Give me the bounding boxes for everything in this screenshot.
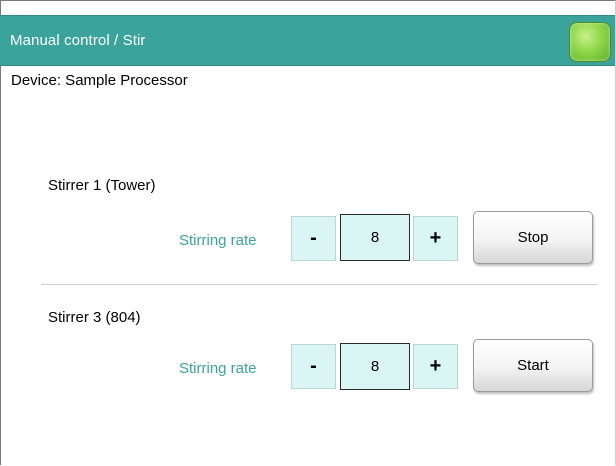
stirrer-3-title: Stirrer 3 (804) xyxy=(48,309,141,326)
stirrer-1-increment-button[interactable]: + xyxy=(413,216,458,261)
stirrer-3-increment-button[interactable]: + xyxy=(413,344,458,389)
stirrer-3-rate-label: Stirring rate xyxy=(179,360,257,377)
stirrer-1-decrement-button[interactable]: - xyxy=(291,216,336,261)
stirrer-1-rate-label: Stirring rate xyxy=(179,232,257,249)
window-title: Manual control / Stir xyxy=(10,32,146,49)
title-bar: Manual control / Stir xyxy=(0,15,615,66)
device-label: Device: Sample Processor xyxy=(11,72,188,89)
stirrer-3-start-button[interactable]: Start xyxy=(473,339,593,392)
stirrer-1-title: Stirrer 1 (Tower) xyxy=(48,177,156,194)
stirrer-divider xyxy=(41,284,597,285)
stirrer-1-rate-field[interactable]: 8 xyxy=(340,214,410,261)
stirrer-1-stop-button[interactable]: Stop xyxy=(473,211,593,264)
stirrer-3-decrement-button[interactable]: - xyxy=(291,344,336,389)
status-led-icon[interactable] xyxy=(569,22,611,62)
stirrer-3-rate-field[interactable]: 8 xyxy=(340,343,410,390)
